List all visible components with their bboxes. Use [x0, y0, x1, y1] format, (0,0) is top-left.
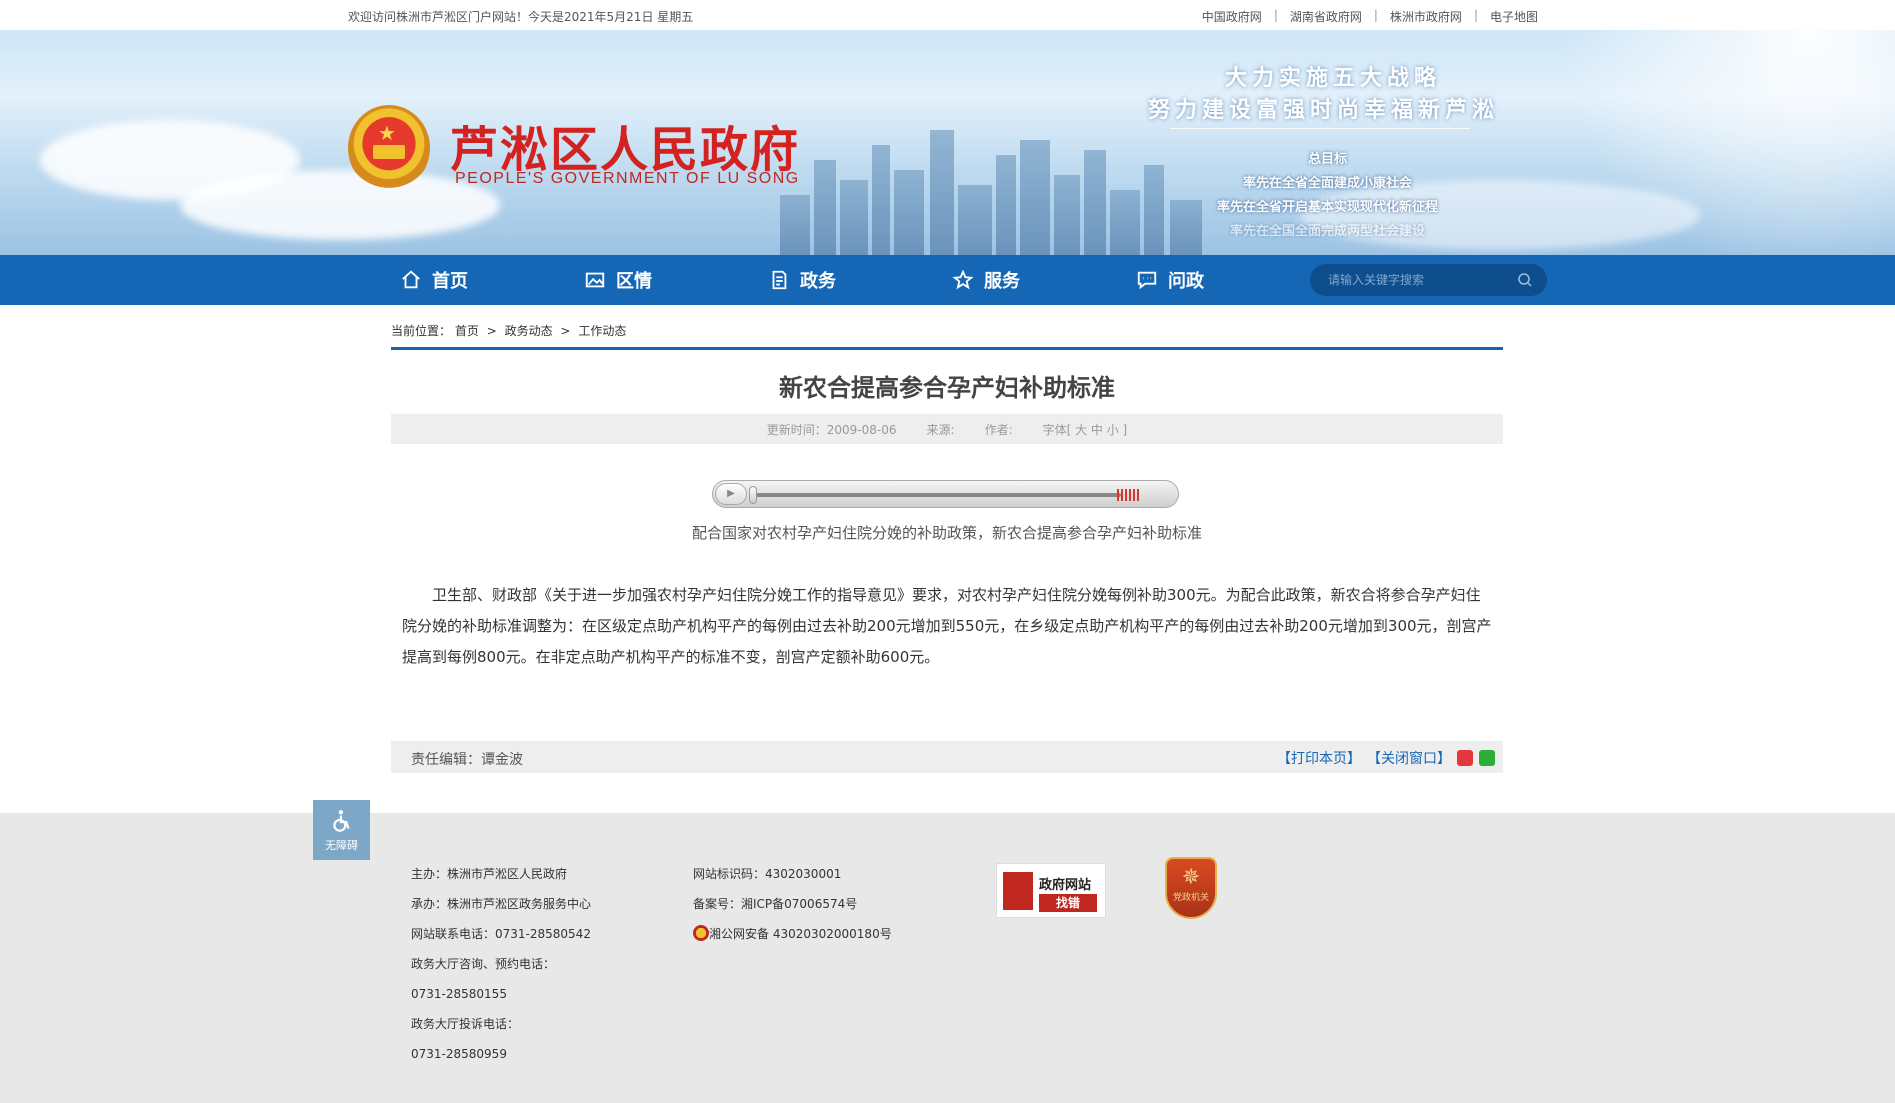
article-updated: 更新时间：2009-08-06: [766, 422, 897, 437]
breadcrumb: 当前位置： 首页 > 政务动态 > 工作动态: [391, 322, 626, 339]
footer-hall-consult-phone: 0731-28580155: [411, 987, 507, 1001]
goal-item: 率先在全省开启基本实现现代化新征程: [1216, 200, 1438, 215]
seek-handle[interactable]: [749, 486, 757, 504]
goal-item: 率先在全国全面完成两型社会建设: [1229, 224, 1425, 239]
slogan-line-1: 大力实施五大战略: [1225, 65, 1442, 91]
article-author: 作者:: [984, 422, 1013, 437]
nav-home[interactable]: 首页: [400, 255, 468, 305]
find-error-badge[interactable]: 政府网站 找错: [996, 863, 1106, 918]
goal-item: 率先在全省全面建成小康社会: [1242, 176, 1412, 191]
breadcrumb-divider: [391, 347, 1503, 350]
footer-hall-consult-label: 政务大厅咨询、预约电话：: [411, 957, 556, 971]
media-caption: 配合国家对农村孕产妇住院分娩的补助政策，新农合提高参合孕产妇补助标准: [691, 524, 1202, 542]
article-footer-bar: 责任编辑：谭金波 【打印本页】 【关闭窗口】: [391, 741, 1503, 773]
magnifier-icon: [1003, 872, 1033, 910]
article-title: 新农合提高参合孕产妇补助标准: [779, 374, 1115, 402]
link-china-gov[interactable]: 中国政府网: [1202, 8, 1262, 25]
welcome-text: 欢迎访问株洲市芦淞区门户网站！今天是2021年5月21日 星期五: [348, 10, 694, 24]
wheelchair-icon: [332, 810, 350, 832]
nav-affairs-label: 政务: [800, 271, 836, 292]
accessibility-label: 无障碍: [325, 839, 358, 852]
seek-bar[interactable]: [751, 493, 1121, 497]
site-subtitle: PEOPLE'S GOVERNMENT OF LU SONG: [455, 170, 800, 187]
breadcrumb-home[interactable]: 首页: [455, 324, 479, 338]
party-emblem-icon: ✵: [1181, 865, 1201, 890]
nav-overview-label: 区情: [616, 271, 652, 292]
nav-overview[interactable]: 区情: [584, 255, 652, 305]
top-bar: 欢迎访问株洲市芦淞区门户网站！今天是2021年5月21日 星期五 中国政府网 |…: [0, 0, 1895, 30]
media-player: ▶: [712, 480, 1179, 508]
nav-affairs[interactable]: 政务: [768, 255, 836, 305]
close-window-link[interactable]: 【关闭窗口】: [1367, 748, 1451, 768]
chat-icon: [1137, 271, 1157, 290]
main-nav: 首页 区情 政务 服务 问政: [0, 255, 1895, 305]
nav-inquiry[interactable]: 问政: [1136, 255, 1204, 305]
footer-organizer: 承办：株洲市芦淞区政务服务中心: [411, 897, 592, 911]
link-e-map[interactable]: 电子地图: [1490, 8, 1538, 25]
document-icon: [772, 270, 787, 290]
picture-icon: [585, 272, 605, 288]
responsible-editor: 责任编辑：谭金波: [411, 752, 523, 768]
header-banner: ★ 芦淞区人民政府 PEOPLE'S GOVERNMENT OF LU SONG…: [0, 30, 1895, 255]
party-badge-label: 党政机关: [1172, 893, 1209, 903]
slogan-line-2: 努力建设富强时尚幸福新芦淞: [1148, 97, 1500, 123]
link-zhuzhou-gov[interactable]: 株洲市政府网: [1390, 8, 1462, 25]
breadcrumb-arrow: >: [560, 324, 571, 338]
footer-complaint-phone: 0731-28580959: [411, 1047, 507, 1061]
breadcrumb-work-news[interactable]: 工作动态: [578, 324, 626, 338]
link-separator: |: [1473, 8, 1478, 22]
breadcrumb-label: 当前位置：: [391, 324, 452, 338]
nav-inquiry-label: 问政: [1168, 271, 1204, 292]
search-input[interactable]: [1328, 264, 1508, 296]
goals-heading: 总目标: [1307, 152, 1347, 167]
footer-icp[interactable]: 备案号：湘ICP备07006574号: [693, 889, 892, 919]
site-footer: [0, 813, 1895, 1103]
star-icon: [952, 269, 974, 290]
volume-icon[interactable]: [1117, 489, 1141, 501]
cloud: [180, 170, 500, 240]
slogan-divider: [1170, 128, 1470, 129]
article-source: 来源:: [926, 422, 955, 437]
breadcrumb-arrow: >: [486, 324, 497, 338]
nav-services[interactable]: 服务: [952, 255, 1020, 305]
national-emblem: ★: [348, 105, 430, 191]
footer-site-id: 网站标识码：4302030001: [693, 867, 842, 881]
party-government-badge[interactable]: ✵ 党政机关: [1165, 857, 1217, 919]
link-hunan-gov[interactable]: 湖南省政府网: [1290, 8, 1362, 25]
link-separator: |: [1273, 8, 1278, 22]
footer-registration: 网站标识码：4302030001 备案号：湘ICP备07006574号 湘公网安…: [693, 859, 892, 949]
search-icon[interactable]: [1517, 272, 1533, 288]
find-error-line2: 找错: [1039, 894, 1097, 912]
article-body: 卫生部、财政部《关于进一步加强农村孕产妇住院分娩工作的指导意见》要求，对农村孕产…: [402, 586, 1492, 666]
nav-services-label: 服务: [984, 271, 1020, 292]
footer-complaint-label: 政务大厅投诉电话：: [411, 1017, 520, 1031]
goals-list: 总目标 率先在全省全面建成小康社会 率先在全省开启基本实现现代化新征程 率先在全…: [1190, 148, 1465, 244]
wechat-share-icon[interactable]: [1479, 750, 1495, 766]
home-icon: [402, 270, 420, 289]
breadcrumb-news[interactable]: 政务动态: [505, 324, 553, 338]
find-error-line1: 政府网站: [1039, 878, 1092, 893]
police-badge-icon: [693, 925, 709, 941]
search-box: [1310, 264, 1547, 296]
accessibility-button[interactable]: 无障碍: [313, 800, 370, 860]
link-separator: |: [1373, 8, 1378, 22]
article-meta: 更新时间：2009-08-06 来源: 作者: 字体[ 大 中 小 ]: [391, 414, 1503, 444]
play-button[interactable]: ▶: [715, 483, 747, 505]
top-links: 中国政府网 | 湖南省政府网 | 株洲市政府网 | 电子地图: [1202, 8, 1538, 25]
footer-police-record[interactable]: 湘公网安备 43020302000180号: [693, 919, 892, 949]
font-size-switch[interactable]: 字体[ 大 中 小 ]: [1043, 421, 1128, 438]
footer-contact: 主办：株洲市芦淞区人民政府 承办：株洲市芦淞区政务服务中心 网站联系电话：073…: [411, 859, 591, 1069]
nav-home-label: 首页: [432, 271, 468, 292]
footer-phone: 网站联系电话：0731-28580542: [411, 927, 591, 941]
print-link[interactable]: 【打印本页】: [1277, 748, 1361, 768]
weibo-share-icon[interactable]: [1457, 750, 1473, 766]
article-actions: 【打印本页】 【关闭窗口】: [1277, 748, 1495, 768]
footer-police-text: 湘公网安备 43020302000180号: [709, 927, 892, 941]
footer-host: 主办：株洲市芦淞区人民政府: [411, 867, 568, 881]
